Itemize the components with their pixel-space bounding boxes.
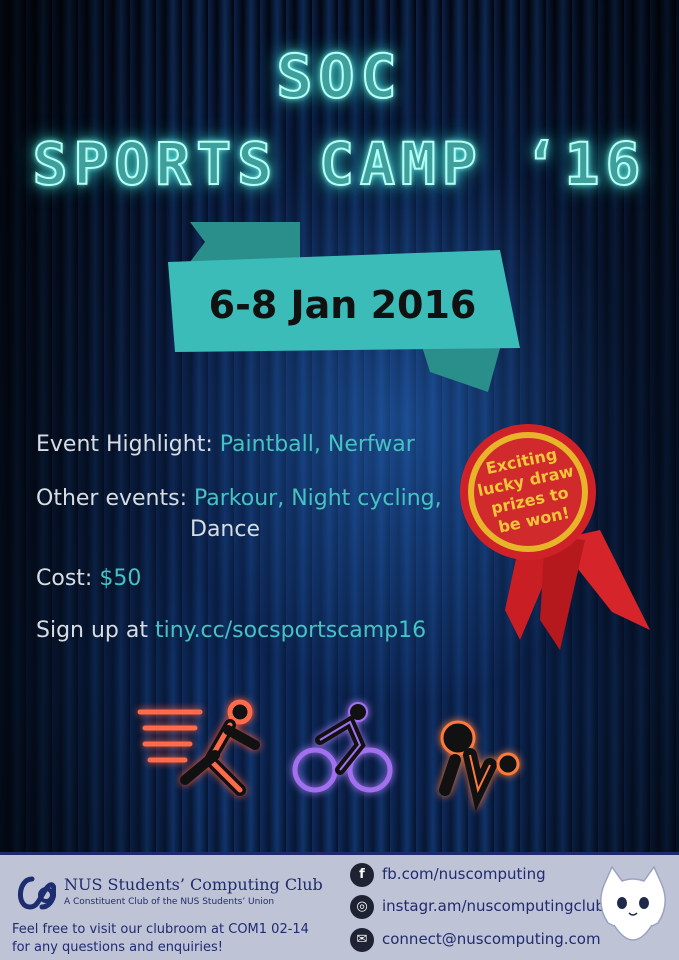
facebook-icon: f xyxy=(350,863,374,887)
email-link[interactable]: connect@nuscomputing.com xyxy=(382,930,601,948)
club-name: NUS Students’ Computing Club xyxy=(64,875,323,894)
cat-mascot-icon xyxy=(600,865,666,941)
instagram-icon: ◎ xyxy=(350,895,374,919)
visit-line-2: for any questions and enquiries! xyxy=(12,940,223,955)
visit-line-1: Feel free to visit our clubroom at COM1 … xyxy=(12,922,309,937)
visit-note: Feel free to visit our clubroom at COM1 … xyxy=(12,921,309,957)
nuscc-logo-icon xyxy=(18,876,56,910)
cyclist-icon xyxy=(292,702,393,793)
email-icon: ✉ xyxy=(350,928,374,952)
football-player-icon xyxy=(439,720,520,812)
footer: NUS Students’ Computing Club A Constitue… xyxy=(0,852,679,960)
runner-icon xyxy=(137,699,260,796)
poster: SOC SPORTS CAMP ‘16 6-8 Jan 2016 Event H… xyxy=(0,0,679,960)
club-subtitle: A Constituent Club of the NUS Students’ … xyxy=(64,897,275,907)
sports-icons xyxy=(137,699,520,812)
instagram-link[interactable]: instagr.am/nuscomputingclub xyxy=(382,897,605,915)
facebook-link[interactable]: fb.com/nuscomputing xyxy=(382,865,546,883)
